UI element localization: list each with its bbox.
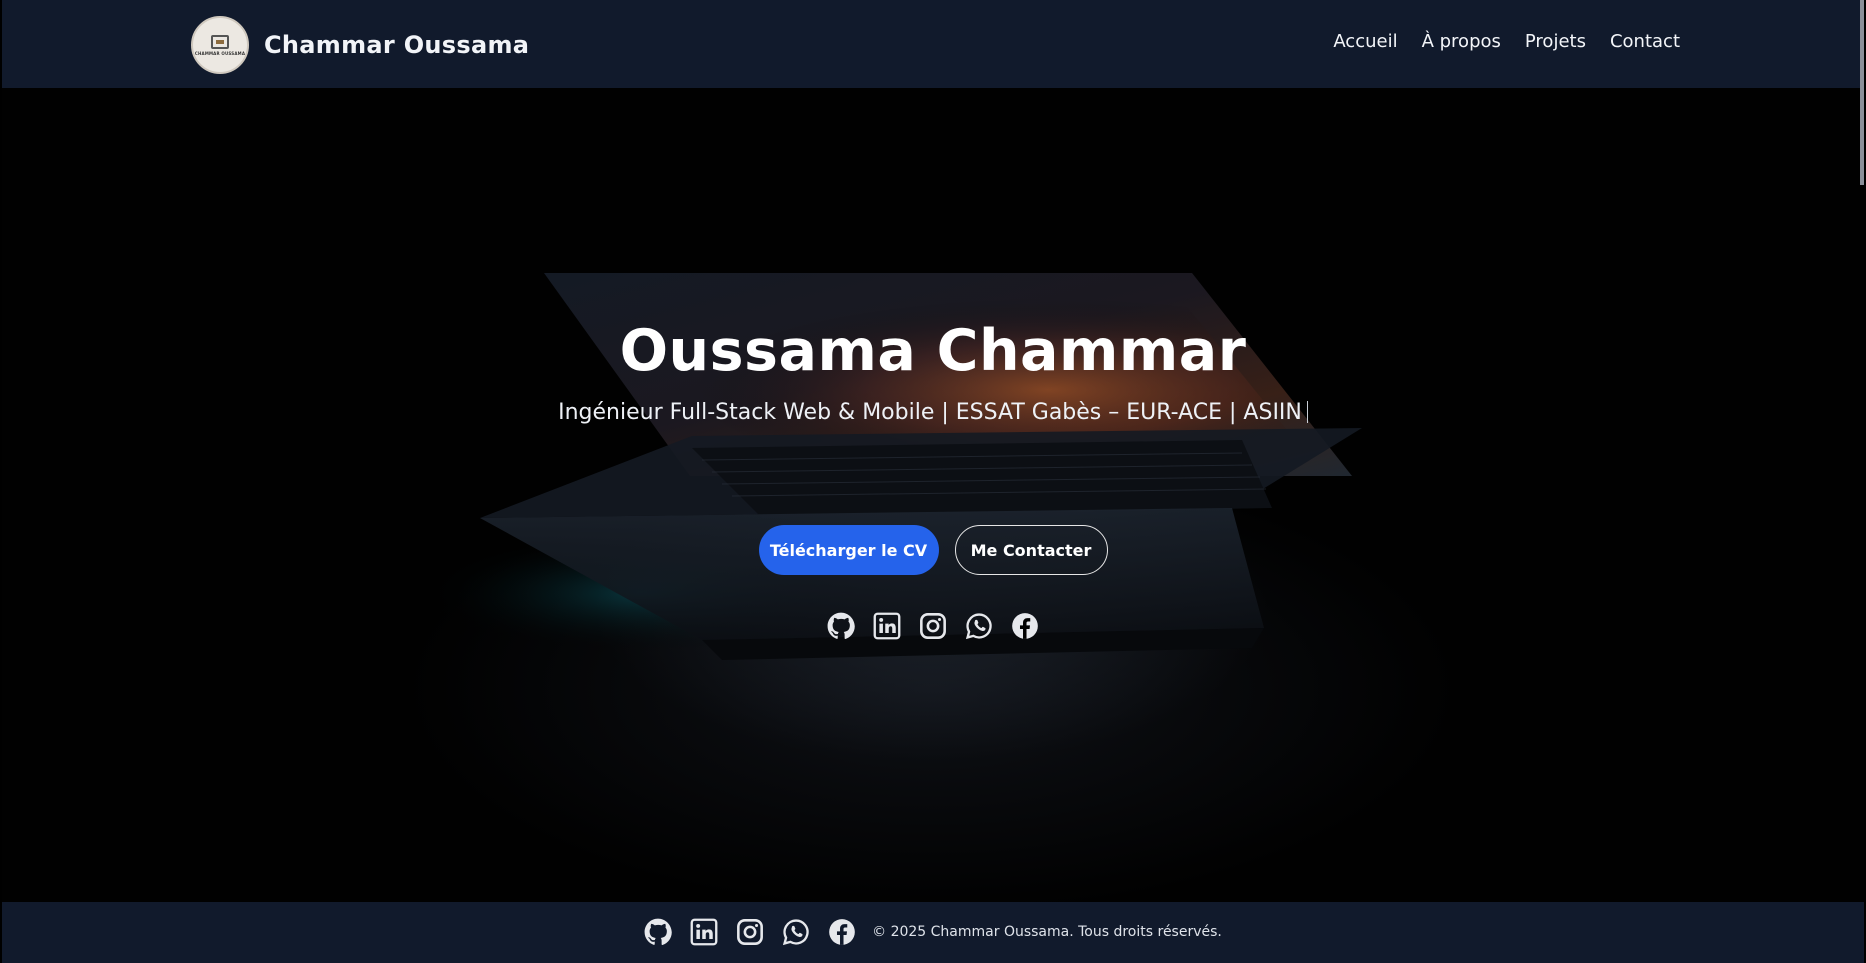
nav-projets[interactable]: Projets	[1525, 31, 1586, 52]
nav-accueil[interactable]: Accueil	[1333, 31, 1397, 52]
brand-name[interactable]: Chammar Oussama	[264, 31, 529, 59]
linkedin-icon[interactable]	[690, 918, 718, 946]
nav-a-propos[interactable]: À propos	[1422, 31, 1501, 52]
brand[interactable]: CHAMMAR OUSSAMA Chammar Oussama	[191, 16, 529, 74]
logo-text: CHAMMAR OUSSAMA	[194, 50, 246, 56]
hero-social-links	[2, 612, 1864, 640]
facebook-icon[interactable]	[828, 918, 856, 946]
instagram-icon[interactable]	[919, 612, 947, 640]
hero-background-laptop-image	[422, 273, 1362, 660]
hero-subtitle-text: Ingénieur Full-Stack Web & Mobile | ESSA…	[558, 400, 1302, 425]
hero-title: Oussama Chammar	[619, 318, 1247, 384]
whatsapp-icon[interactable]	[965, 612, 993, 640]
main-nav: Accueil À propos Projets Contact	[1333, 31, 1680, 52]
page: CHAMMAR OUSSAMA Chammar Oussama Accueil …	[2, 0, 1864, 963]
logo-mark-icon	[211, 34, 229, 49]
linkedin-icon[interactable]	[873, 612, 901, 640]
github-icon[interactable]	[827, 612, 855, 640]
typing-cursor	[1306, 401, 1308, 423]
scrollbar-thumb[interactable]	[1860, 0, 1864, 185]
nav-contact[interactable]: Contact	[1610, 31, 1680, 52]
footer-social-links	[644, 918, 856, 946]
instagram-icon[interactable]	[736, 918, 764, 946]
hero-subtitle: Ingénieur Full-Stack Web & Mobile | ESSA…	[2, 400, 1864, 425]
logo[interactable]: CHAMMAR OUSSAMA	[191, 16, 249, 74]
facebook-icon[interactable]	[1011, 612, 1039, 640]
footer-content: © 2025 Chammar Oussama. Tous droits rése…	[2, 918, 1864, 946]
hero-section: Oussama Chammar Ingénieur Full-Stack Web…	[2, 88, 1864, 902]
contact-me-button[interactable]: Me Contacter	[954, 525, 1108, 575]
footer: © 2025 Chammar Oussama. Tous droits rése…	[2, 902, 1864, 963]
github-icon[interactable]	[644, 918, 672, 946]
hero-actions: Télécharger le CV Me Contacter	[2, 525, 1864, 575]
download-cv-button[interactable]: Télécharger le CV	[758, 525, 939, 575]
top-navbar: CHAMMAR OUSSAMA Chammar Oussama Accueil …	[2, 0, 1864, 88]
footer-copyright: © 2025 Chammar Oussama. Tous droits rése…	[872, 924, 1222, 940]
whatsapp-icon[interactable]	[782, 918, 810, 946]
